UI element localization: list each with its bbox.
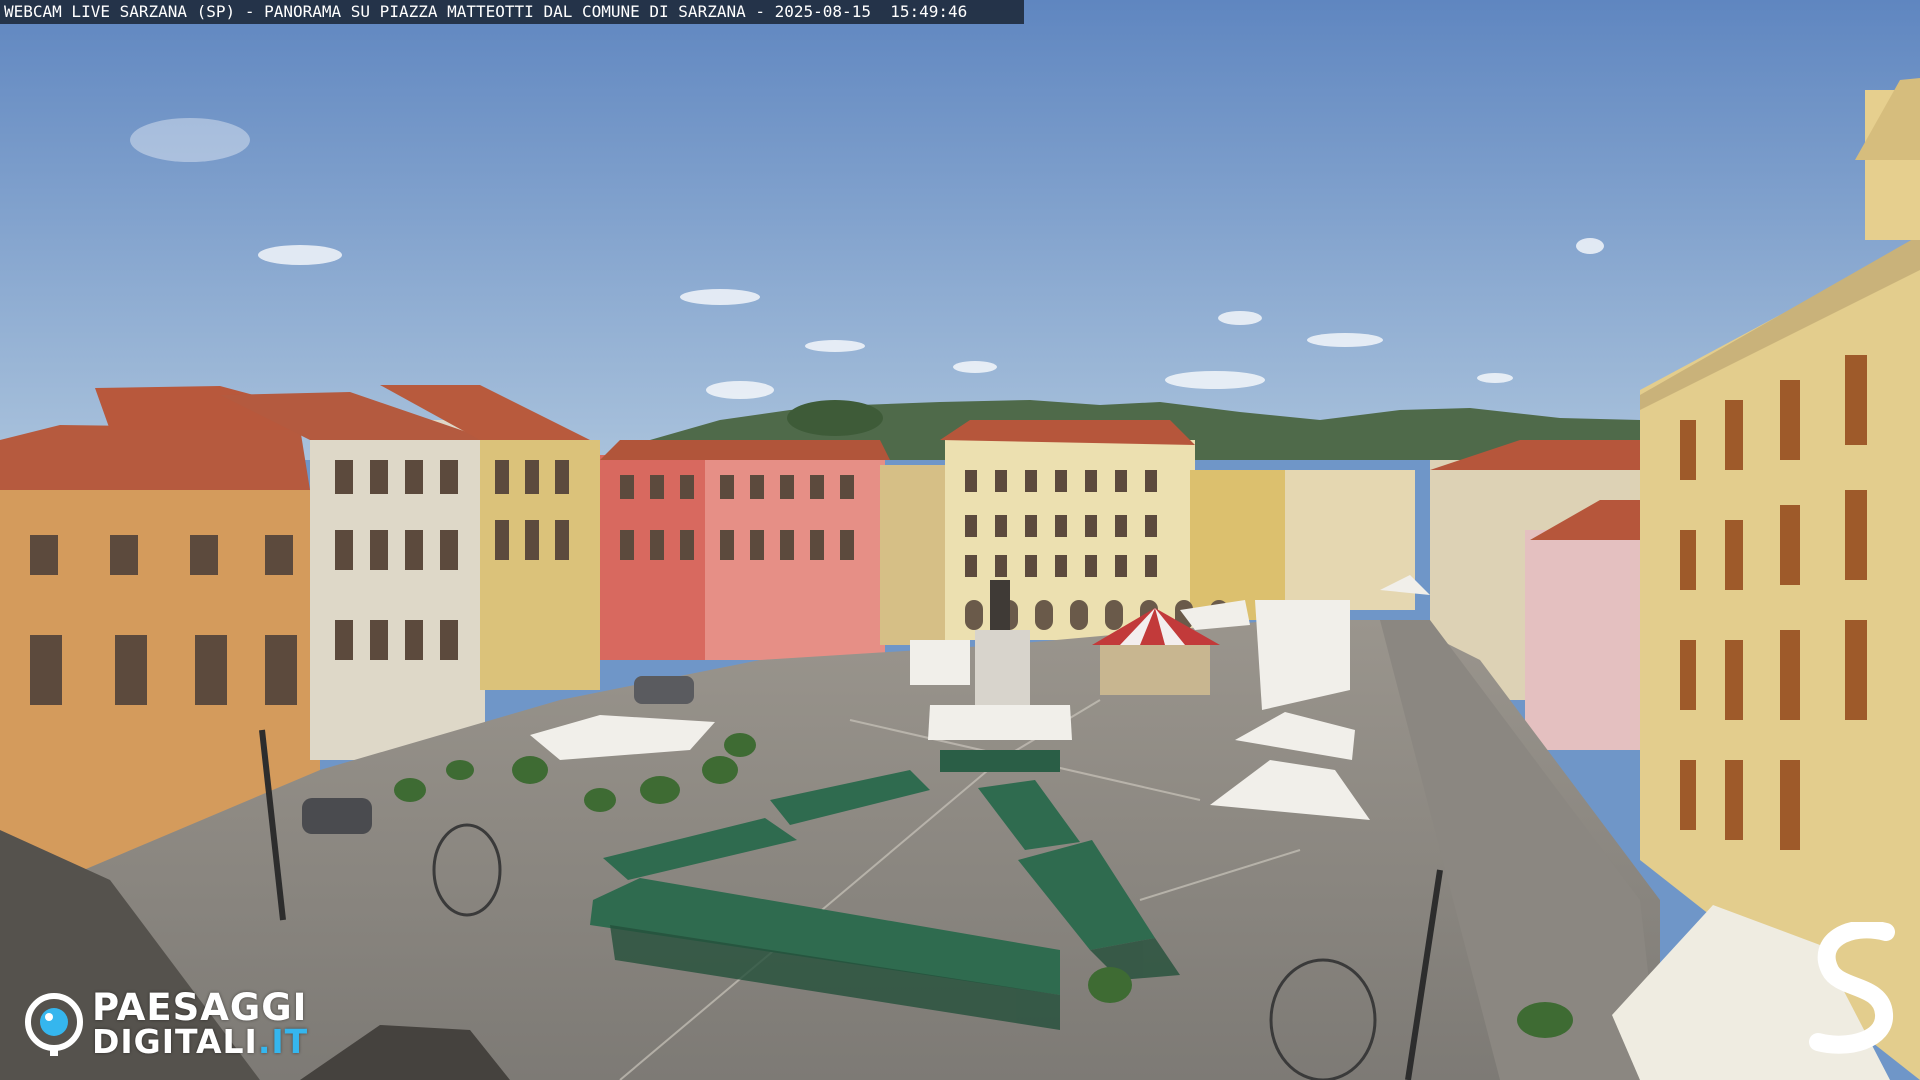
sky [0,0,1920,460]
car [302,798,372,834]
logo-text-digitali: DIGITALI [92,1022,258,1061]
car [634,676,694,704]
webcam-scene [0,0,1920,1080]
eye-camera-icon [25,993,83,1056]
webcam-caption: WEBCAM LIVE SARZANA (SP) - PANORAMA SU P… [0,0,1024,24]
logo-text-bottom: DIGITALI.IT [92,1024,308,1060]
stylized-s-logo [1809,922,1895,1054]
paesaggi-digitali-logo: PAESAGGI DIGITALI.IT [24,988,344,1064]
logo-text-domain: .IT [257,1022,309,1061]
